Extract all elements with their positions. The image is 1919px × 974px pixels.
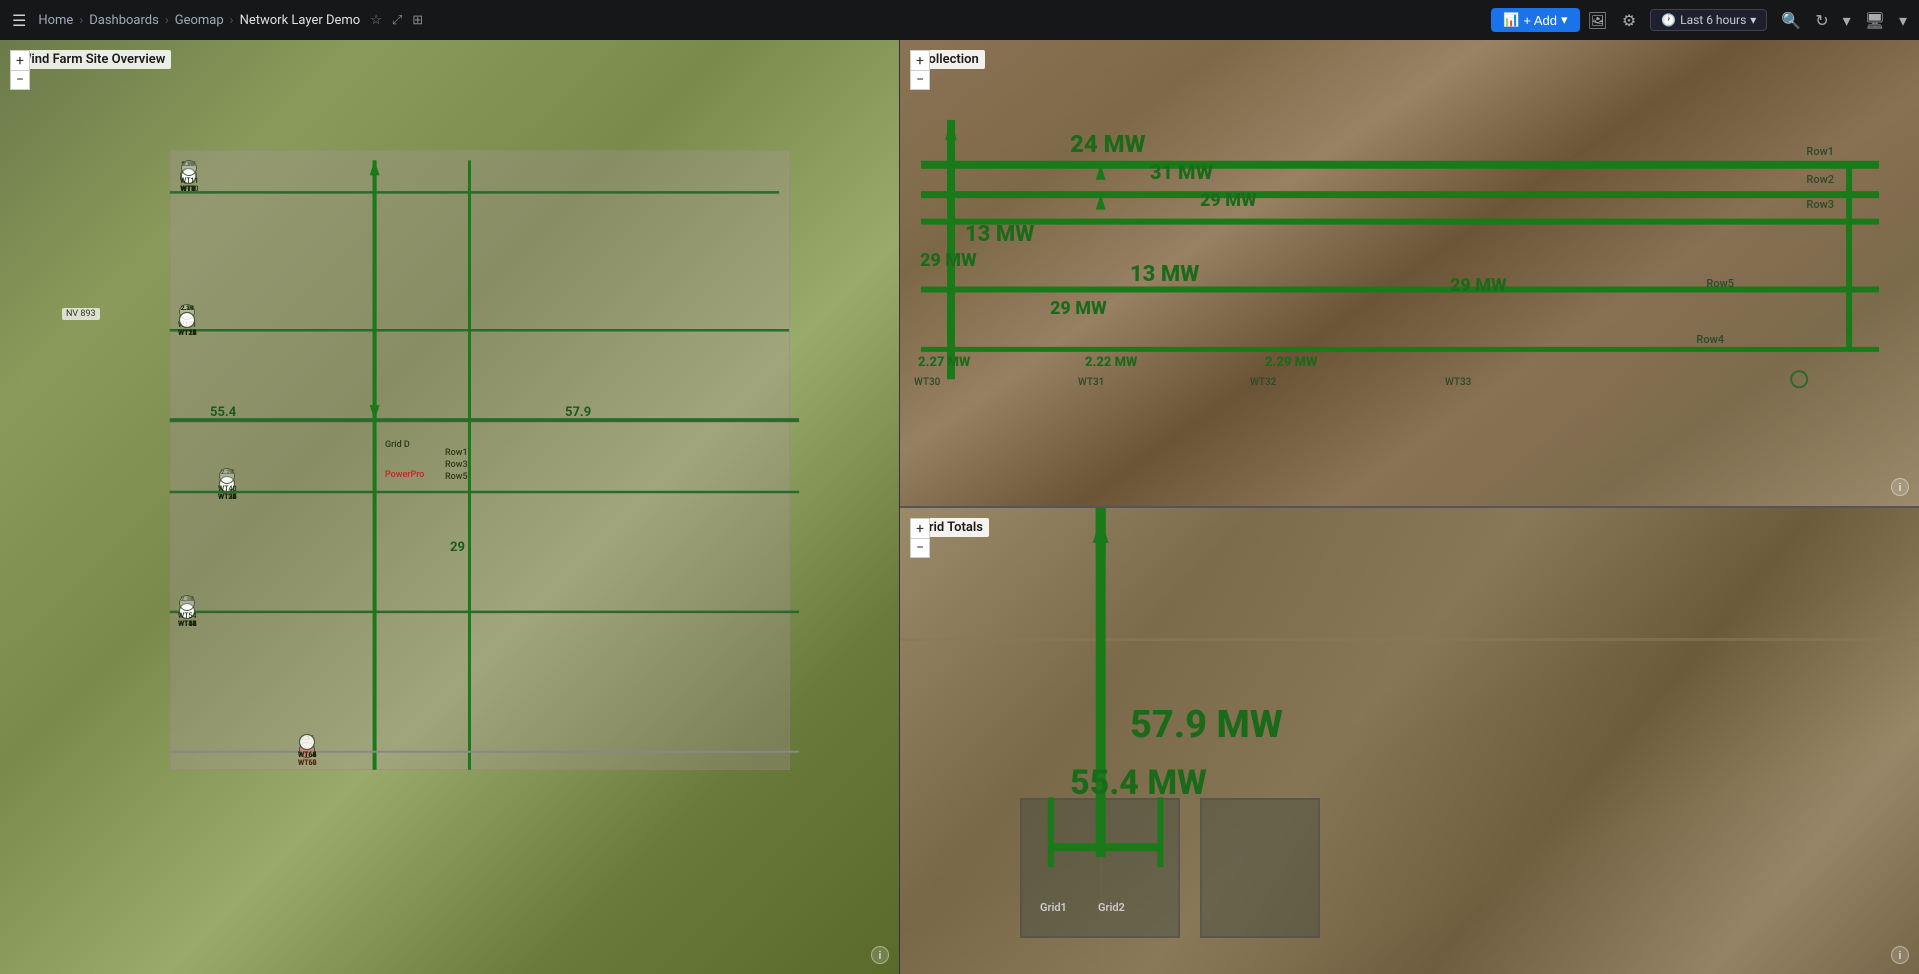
power-label-29: 29 <box>450 540 465 555</box>
topbar: ☰ Home › Dashboards › Geomap › Network L… <box>0 0 1919 40</box>
collection-29mw-label-2: 29 MW <box>920 250 977 271</box>
settings-icon[interactable]: ⚙ <box>1622 11 1636 30</box>
grid-zoom-in[interactable]: + <box>910 518 930 538</box>
add-chart-icon: 📊 <box>1503 12 1519 28</box>
collection-info-button[interactable]: i <box>1891 478 1909 496</box>
wind-farm-zone <box>170 150 790 770</box>
wind-farm-map[interactable]: NV 893 55.4 <box>0 40 899 974</box>
collection-row4-label: Row4 <box>1696 333 1724 346</box>
zoom-icon[interactable]: 🔍 <box>1781 11 1801 30</box>
turbine-wt40: WT40 <box>218 468 236 493</box>
time-chevron-icon: ▾ <box>1750 13 1756 27</box>
turbine-wt54: WT54 <box>178 595 196 620</box>
main-content: Wind Farm Site Overview + − NV 893 <box>0 40 1919 974</box>
collection-row2-label: Row2 <box>1806 173 1834 186</box>
collection-wt32-label: WT32 <box>1250 377 1276 388</box>
refresh-chevron-icon[interactable]: ▾ <box>1843 11 1851 30</box>
expand-icon[interactable]: ▾ <box>1899 11 1907 30</box>
row-label-row1: Row1 <box>445 448 468 458</box>
grid-zoom-out[interactable]: − <box>910 538 930 558</box>
turbine-wt26: 2.31 WT26 <box>178 304 196 337</box>
power-label-579: 57.9 <box>565 405 591 420</box>
left-panel-info-button[interactable]: i <box>871 946 889 964</box>
add-button[interactable]: 📊 + Add ▾ <box>1491 8 1579 32</box>
collection-row3-label: Row3 <box>1806 198 1834 211</box>
collection-network-svg <box>900 40 1919 506</box>
row-label-row3: Row3 <box>445 460 468 470</box>
breadcrumb: Home › Dashboards › Geomap › Network Lay… <box>38 13 360 28</box>
grid-554mw-label: 55.4 MW <box>1070 763 1207 803</box>
grid-totals-panel: Grid Totals + − <box>900 508 1919 974</box>
collection-13mw-label-1: 13 MW <box>965 222 1034 247</box>
zoom-in-button[interactable]: + <box>10 50 30 70</box>
grid2-label: Grid2 <box>1098 901 1125 914</box>
right-panels: Collection + − <box>900 40 1919 974</box>
collection-zoom-out[interactable]: − <box>910 70 930 90</box>
star-icon[interactable]: ☆ <box>370 13 382 28</box>
menu-icon[interactable]: ☰ <box>12 11 26 30</box>
collection-29mw-label-3: 29 MW <box>1050 298 1107 319</box>
wind-farm-title: Wind Farm Site Overview <box>14 50 171 69</box>
grid-icon[interactable]: ⊞ <box>412 13 423 28</box>
row-label-grid-d: Grid D <box>385 440 410 450</box>
nv-road-label: NV 893 <box>62 308 100 320</box>
collection-wt31-label: WT31 <box>1078 377 1104 388</box>
row-label-row5: Row5 <box>445 472 468 482</box>
topbar-icons: 🖼 ⚙ 🕐 Last 6 hours ▾ 🔍 ↻ ▾ 🖥 ▾ <box>1588 9 1907 31</box>
collection-row5-label: Row5 <box>1706 277 1734 290</box>
tv-icon[interactable]: 🖥 <box>1865 11 1885 30</box>
collection-29mw-label-1: 29 MW <box>1200 190 1257 211</box>
collection-24mw-label: 24 MW <box>1070 130 1146 158</box>
zoom-out-button[interactable]: − <box>10 70 30 90</box>
collection-wt30-value: 2.27 MW <box>918 355 970 370</box>
share-icon[interactable]: ⤢ <box>392 13 402 28</box>
collection-wt33-label: WT33 <box>1445 377 1471 388</box>
breadcrumb-geomap[interactable]: Geomap <box>175 13 224 28</box>
collection-31mw-label: 31 MW <box>1150 160 1213 184</box>
collection-map[interactable]: 24 MW 31 MW 29 MW 13 MW 29 MW 13 MW 29 M… <box>900 40 1919 506</box>
refresh-icon[interactable]: ↻ <box>1815 11 1828 30</box>
breadcrumb-current: Network Layer Demo <box>240 13 361 28</box>
row-label-powerpro: PowerPro <box>385 470 424 480</box>
grid-totals-map[interactable]: 57.9 MW 55.4 MW Grid1 Grid2 i <box>900 508 1919 974</box>
collection-29mw-label-4: 29 MW <box>1450 275 1507 296</box>
breadcrumb-dashboards[interactable]: Dashboards <box>89 13 159 28</box>
screenshot-icon[interactable]: 🖼 <box>1588 11 1608 30</box>
turbine-wt65: WT65 <box>298 734 316 759</box>
collection-wt31-value: 2.22 MW <box>1085 355 1137 370</box>
grid-totals-info-button[interactable]: i <box>1891 946 1909 964</box>
clock-icon: 🕐 <box>1661 13 1676 27</box>
collection-wt32-value: 2.29 MW <box>1265 355 1317 370</box>
collection-13mw-label-2: 13 MW <box>1130 262 1199 287</box>
grid-zoom-controls: + − <box>910 518 930 558</box>
time-range-picker[interactable]: 🕐 Last 6 hours ▾ <box>1650 9 1767 31</box>
zoom-controls: + − <box>10 50 30 90</box>
collection-zoom-controls: + − <box>910 50 930 90</box>
grid-579mw-label: 57.9 MW <box>1130 703 1283 747</box>
collection-panel: Collection + − <box>900 40 1919 508</box>
collection-wt30-label: WT30 <box>914 377 940 388</box>
turbine-wt11: WT11 <box>180 160 198 185</box>
collection-zoom-in[interactable]: + <box>910 50 930 70</box>
collection-row1-label: Row1 <box>1806 145 1834 158</box>
wind-farm-panel: Wind Farm Site Overview + − NV 893 <box>0 40 900 974</box>
add-chevron-icon: ▾ <box>1561 12 1568 28</box>
breadcrumb-home[interactable]: Home <box>38 13 73 28</box>
grid1-label: Grid1 <box>1040 901 1067 914</box>
power-label-554: 55.4 <box>210 405 236 420</box>
